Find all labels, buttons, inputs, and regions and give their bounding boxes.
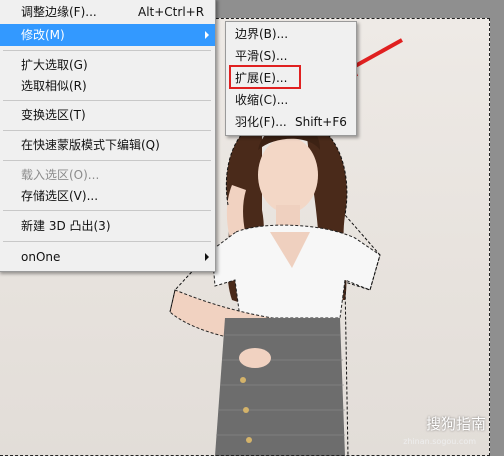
watermark-url: zhinan.sogou.com xyxy=(403,437,476,446)
menu-item-label: 羽化(F)... xyxy=(235,115,287,129)
menu-item-label: 选取相似(R) xyxy=(21,79,87,93)
menu-separator xyxy=(3,130,211,131)
menu-item-load-selection: 载入选区(O)... xyxy=(0,164,215,186)
menu-item-save-selection[interactable]: 存储选区(V)... xyxy=(0,185,215,207)
menu-item-label: 平滑(S)... xyxy=(235,49,288,63)
submenu-arrow-icon xyxy=(205,31,209,39)
menu-separator xyxy=(3,100,211,101)
menu-item-label: 修改(M) xyxy=(21,28,65,42)
menu-item-label: 载入选区(O)... xyxy=(21,168,100,182)
submenu-item-contract[interactable]: 收缩(C)... xyxy=(226,89,356,111)
submenu-item-border[interactable]: 边界(B)... xyxy=(226,23,356,45)
shortcut-label: Shift+F6 xyxy=(295,115,347,129)
menu-item-transform-selection[interactable]: 变换选区(T) xyxy=(0,104,215,126)
menu-item-label: 边界(B)... xyxy=(235,27,289,41)
submenu-item-smooth[interactable]: 平滑(S)... xyxy=(226,45,356,67)
menu-item-grow[interactable]: 扩大选取(G) xyxy=(0,54,215,76)
menu-item-label: 在快速蒙版模式下编辑(Q) xyxy=(21,138,160,152)
menu-item-similar[interactable]: 选取相似(R) xyxy=(0,75,215,97)
select-menu: 调整边缘(F)... Alt+Ctrl+R 修改(M) 扩大选取(G) 选取相似… xyxy=(0,0,216,272)
menu-item-label: 存储选区(V)... xyxy=(21,189,99,203)
watermark-text: 搜狗指南 xyxy=(425,415,486,433)
menu-separator xyxy=(3,210,211,211)
menu-item-label: 扩大选取(G) xyxy=(21,58,88,72)
menu-separator xyxy=(3,50,211,51)
submenu-item-feather[interactable]: 羽化(F)... Shift+F6 xyxy=(226,111,356,133)
annotation-highlight-box xyxy=(229,65,301,89)
menu-separator xyxy=(3,160,211,161)
shortcut-label: Alt+Ctrl+R xyxy=(138,5,205,19)
menu-item-onone[interactable]: onOne xyxy=(0,246,215,268)
menu-item-label: 调整边缘(F)... xyxy=(21,5,97,19)
menu-item-new-3d-extrusion[interactable]: 新建 3D 凸出(3) xyxy=(0,215,215,237)
menu-item-label: onOne xyxy=(21,250,61,264)
menu-item-label: 收缩(C)... xyxy=(235,93,289,107)
menu-item-label: 新建 3D 凸出(3) xyxy=(21,219,111,233)
menu-separator xyxy=(3,241,211,242)
menu-item-refine-edge[interactable]: 调整边缘(F)... Alt+Ctrl+R xyxy=(0,1,215,23)
menu-item-modify[interactable]: 修改(M) xyxy=(0,24,215,46)
menu-item-quick-mask[interactable]: 在快速蒙版模式下编辑(Q) xyxy=(0,134,215,156)
menu-item-label: 变换选区(T) xyxy=(21,108,86,122)
submenu-arrow-icon xyxy=(205,253,209,261)
